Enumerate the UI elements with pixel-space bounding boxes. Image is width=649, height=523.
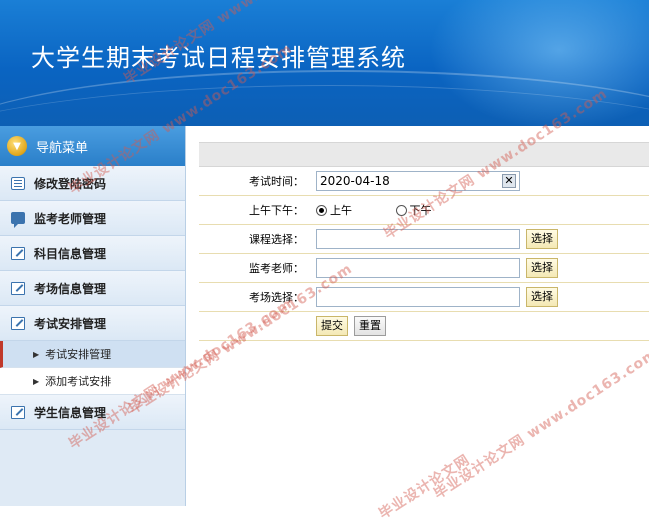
main-content: 考试时间： 2020-04-18 ✕ 上午下午： 上午 下午 课程选择： 选择 …: [199, 142, 649, 341]
sidebar-item-exam-schedule[interactable]: 考试安排管理: [0, 306, 185, 341]
sidebar-header[interactable]: ▼ 导航菜单: [0, 126, 185, 166]
teacher-label: 监考老师：: [199, 253, 310, 283]
period-pm-radio[interactable]: [395, 204, 407, 216]
watermark: 毕业设计论文网 www.doc163.com: [431, 345, 649, 503]
sidebar-item-exam-rooms[interactable]: 考场信息管理: [0, 271, 185, 306]
sidebar-subitem-label: 添加考试安排: [45, 375, 112, 388]
form-title-bar: [199, 142, 649, 167]
reset-button[interactable]: 重置: [354, 316, 386, 336]
period-am-radio[interactable]: [316, 204, 327, 216]
caret-right-icon: ▶: [33, 376, 40, 386]
form-row-exam-time: 考试时间： 2020-04-18 ✕: [199, 167, 649, 196]
clear-icon[interactable]: ✕: [502, 174, 516, 188]
app-title: 大学生期末考试日程安排管理系统: [31, 44, 406, 72]
sidebar-item-change-password[interactable]: 修改登陆密码: [0, 166, 185, 201]
room-input[interactable]: [316, 287, 520, 307]
period-pm-label[interactable]: 下午: [410, 204, 432, 217]
period-am-label[interactable]: 上午: [330, 204, 352, 217]
sidebar-item-label: 学生信息管理: [34, 405, 107, 420]
edit-icon: [11, 281, 25, 295]
sidebar-item-students[interactable]: 学生信息管理: [0, 395, 185, 430]
sidebar-title: 导航菜单: [36, 140, 89, 156]
exam-time-input[interactable]: 2020-04-18 ✕: [316, 171, 520, 191]
sidebar-item-invigilators[interactable]: 监考老师管理: [0, 201, 185, 236]
period-label: 上午下午：: [199, 195, 310, 225]
edit-icon: [11, 405, 25, 419]
form-row-period: 上午下午： 上午 下午: [199, 195, 649, 225]
teacher-select-button[interactable]: 选择: [526, 258, 558, 278]
exam-time-value: 2020-04-18: [320, 174, 390, 188]
room-select-button[interactable]: 选择: [526, 287, 558, 307]
chat-icon: [11, 212, 25, 228]
submit-button[interactable]: 提交: [316, 316, 348, 336]
list-icon: [11, 176, 25, 190]
form-row-teacher: 监考老师： 选择: [199, 253, 649, 283]
form-row-room: 考场选择： 选择: [199, 282, 649, 312]
room-label: 考场选择：: [199, 282, 310, 312]
sidebar-item-label: 考场信息管理: [34, 281, 107, 296]
sidebar-item-label: 监考老师管理: [34, 211, 107, 226]
sidebar-subitem-schedule-list[interactable]: ▶ 考试安排管理: [0, 341, 185, 368]
sidebar-item-label: 科目信息管理: [34, 246, 107, 261]
teacher-input[interactable]: [316, 258, 520, 278]
sidebar-item-label: 考试安排管理: [34, 316, 107, 331]
form-row-course: 课程选择： 选择: [199, 224, 649, 254]
exam-form: 考试时间： 2020-04-18 ✕ 上午下午： 上午 下午 课程选择： 选择 …: [199, 167, 649, 341]
watermark: 毕业设计论文网: [376, 451, 473, 523]
sidebar-subitem-label: 考试安排管理: [45, 348, 112, 361]
caret-right-icon: ▶: [33, 349, 40, 359]
sidebar-item-label: 修改登陆密码: [34, 176, 107, 191]
edit-icon: [11, 316, 25, 330]
sidebar-item-subjects[interactable]: 科目信息管理: [0, 236, 185, 271]
course-select-button[interactable]: 选择: [526, 229, 558, 249]
course-label: 课程选择：: [199, 224, 310, 254]
sidebar-subitem-add-schedule[interactable]: ▶ 添加考试安排: [0, 368, 185, 395]
edit-icon: [11, 246, 25, 260]
chevron-down-icon[interactable]: ▼: [7, 136, 27, 156]
exam-time-label: 考试时间：: [199, 167, 310, 196]
app-header: 大学生期末考试日程安排管理系统: [0, 0, 649, 126]
sidebar: ▼ 导航菜单 修改登陆密码 监考老师管理 科目信息管理 考场信息管理 考试安排管…: [0, 126, 186, 506]
form-row-actions: 提交 重置: [199, 311, 649, 341]
course-input[interactable]: [316, 229, 520, 249]
